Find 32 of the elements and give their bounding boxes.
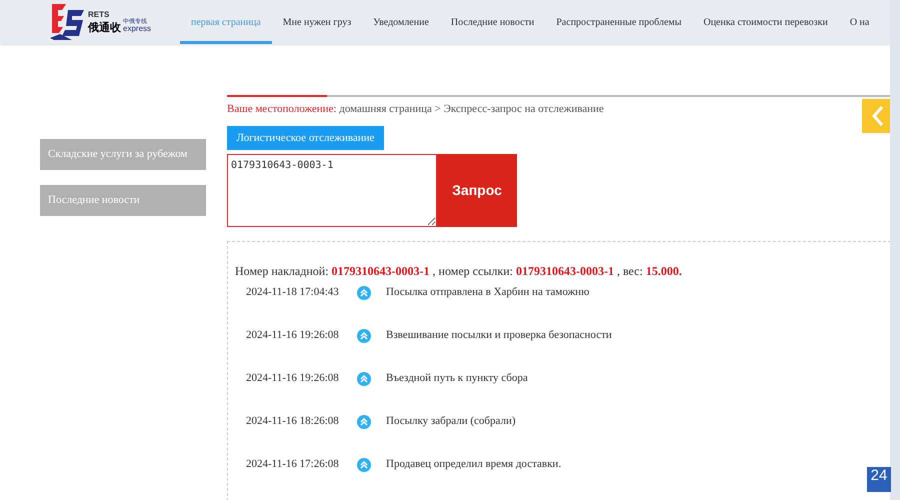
nav-link[interactable]: Распространенные проблемы <box>545 0 692 44</box>
event-text: Взвешивание посылки и проверка безопасности <box>386 328 612 344</box>
double-chevron-up-icon <box>357 414 371 428</box>
logo-brand: RETS <box>88 11 110 19</box>
chevron-left-icon <box>871 105 885 127</box>
logo-icon <box>50 2 86 42</box>
double-chevron-up-icon <box>357 372 371 386</box>
event-text: Посылку забрали (собрали) <box>386 414 516 430</box>
nav-link[interactable]: Оценка стоимости перевозки <box>692 0 839 44</box>
event-text: Продавец определил время доставки. <box>386 457 562 472</box>
event-text: Въездной путь к пункту сбора <box>386 371 528 386</box>
event-time: 2024-11-16 19:26:08 <box>246 328 340 344</box>
logo-name: 俄通收 <box>88 22 121 33</box>
nav-link[interactable]: Уведомление <box>362 0 440 44</box>
nav-link[interactable]: О на <box>838 0 880 44</box>
logo-tagline: express <box>123 25 152 33</box>
double-chevron-up-icon <box>357 458 371 472</box>
nav-link[interactable]: Мне нужен груз <box>272 0 362 44</box>
tracking-number-field[interactable]: 0179310643-0003-1 <box>227 154 437 227</box>
event-text: Посылка отправлена в Харбин на таможню <box>386 285 590 300</box>
query-button[interactable]: Запрос <box>437 154 517 227</box>
nav-link[interactable]: Последние новости <box>440 0 546 44</box>
double-chevron-up-icon <box>357 328 371 342</box>
scrollbar[interactable] <box>890 0 900 500</box>
event-time: 2024-11-16 17:26:08 <box>246 457 340 472</box>
event-time: 2024-11-16 19:26:08 <box>246 371 340 386</box>
summary-text: Номер накладной: 0179310643-0003-1 , номер ссылки: 0179310643-0003-1 , вес: 15.000. <box>235 263 683 280</box>
event-time: 2024-11-16 18:26:08 <box>246 414 340 430</box>
chat-badge[interactable]: 24 <box>867 467 891 492</box>
breadcrumb: Ваше местоположение: домашняя страница > Экспресс-запрос на отслеживание <box>227 102 604 117</box>
event-time: 2024-11-18 17:04:43 <box>246 285 340 300</box>
double-chevron-up-icon <box>357 286 371 300</box>
